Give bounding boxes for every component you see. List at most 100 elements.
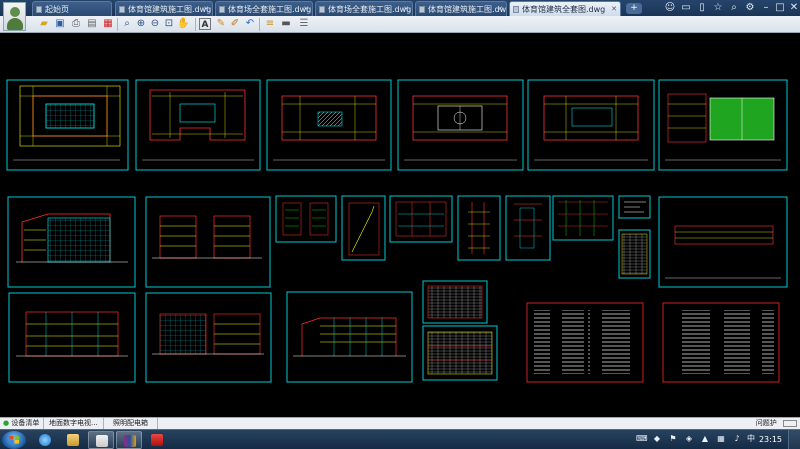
tray-network-icon[interactable]: ▦ — [716, 434, 726, 444]
tab-document-3[interactable]: 体育场全套施工图.dwg ✕ — [315, 1, 413, 16]
file-icon — [319, 6, 325, 13]
zoom-in-icon[interactable]: ⊕ — [135, 18, 147, 30]
sheet-detail-small[interactable] — [618, 195, 651, 219]
status-dot-icon: ● — [3, 419, 10, 427]
sheet-detail-toilets[interactable] — [389, 195, 453, 243]
tray-cad-icon[interactable]: ◆ — [652, 434, 662, 444]
tab-document-2[interactable]: 体育场全套施工图.dwg ✕ — [215, 1, 313, 16]
tab-document-active[interactable]: 体育馆建筑全套图.dwg ✕ — [509, 1, 621, 16]
folder-open-icon[interactable]: ▰ — [38, 18, 50, 30]
tab-label: 体育场全套施工图.dwg — [228, 5, 312, 14]
new-tab-button[interactable]: + — [626, 3, 642, 14]
layer-icon[interactable]: ≡ — [264, 18, 276, 30]
statusbar-right-text[interactable]: 问题护 — [756, 418, 800, 429]
sheet-plan-second-floor[interactable] — [266, 79, 392, 171]
tray-arrow-icon[interactable]: ▲ — [700, 434, 710, 444]
tab-start-page[interactable]: 起始页 — [32, 1, 112, 16]
zoom-slider-icon[interactable] — [783, 419, 797, 427]
tray-language-icon[interactable]: 中 — [746, 434, 756, 444]
sheet-detail-stairs-1[interactable] — [275, 195, 337, 243]
sheet-plan-first-floor[interactable] — [135, 79, 261, 171]
close-icon[interactable]: ✕ — [497, 2, 503, 16]
folder-icon[interactable]: ▭ — [680, 2, 692, 14]
main-toolbar: ▰ ▣ ⎙ ▤ ▦ ⌕ ⊕ ⊖ ⊡ ✋ A ✎ ✐ ↶ ≡ ▬ ☰ — [0, 16, 800, 33]
search-icon[interactable]: ⌕ — [121, 18, 133, 30]
highlighter-icon[interactable]: ✐ — [229, 18, 241, 30]
sheet-detail-doors[interactable] — [552, 195, 614, 241]
pan-icon[interactable]: ✋ — [177, 18, 189, 30]
tray-shield-icon[interactable]: ◈ — [684, 434, 694, 444]
close-window-icon[interactable]: ✕ — [788, 2, 800, 14]
sheet-door-window-schedule[interactable] — [618, 229, 651, 279]
sheet-plan-field[interactable] — [658, 79, 788, 171]
statusbar-item-digital-tv[interactable]: 地面数字电视... — [46, 418, 104, 429]
user-avatar-logo[interactable] — [3, 2, 26, 31]
print-icon[interactable]: ⎙ — [70, 18, 82, 30]
taskbar-user[interactable] — [88, 431, 114, 449]
sheet-design-notes-2[interactable] — [662, 302, 780, 383]
sheet-facade-detail-2[interactable] — [422, 325, 498, 381]
tab-label: 体育馆建筑施工图.dwg — [128, 5, 212, 14]
close-icon[interactable]: ✕ — [403, 2, 409, 16]
media-icon — [151, 434, 163, 446]
tab-document-4[interactable]: 体育馆建筑施工图.dwg ✕ — [415, 1, 507, 16]
taskbar-clock[interactable]: 23:15 — [759, 430, 782, 449]
pencil-icon[interactable]: ✎ — [215, 18, 227, 30]
maximize-icon[interactable]: □ — [774, 2, 786, 14]
sheet-design-notes-1[interactable] — [526, 302, 644, 383]
statusbar-label: 设备清单 — [11, 419, 40, 427]
undo-icon[interactable]: ↶ — [244, 18, 256, 30]
tray-flag-icon[interactable]: ⚑ — [668, 434, 678, 444]
mobile-icon[interactable]: ▯ — [696, 2, 708, 14]
user-icon — [96, 435, 108, 447]
tray-keyboard-icon[interactable]: ⌨ — [636, 434, 648, 444]
tab-label: 体育馆建筑施工图.dwg — [428, 5, 507, 14]
sheet-section-a[interactable] — [8, 292, 136, 383]
sheet-detail-section-stairs[interactable] — [341, 195, 386, 261]
settings-icon[interactable]: ⚙ — [744, 2, 756, 14]
star-icon[interactable]: ☆ — [712, 2, 724, 14]
sheet-elevation-south[interactable] — [7, 196, 136, 288]
taskbar-media[interactable] — [144, 431, 170, 449]
statusbar-item-lighting-panel[interactable]: 照明配电箱 — [110, 418, 158, 429]
sheet-detail-wall-section-1[interactable] — [457, 195, 501, 261]
drawing-canvas[interactable] — [0, 33, 800, 417]
save-icon[interactable]: ▣ — [54, 18, 66, 30]
pdf-icon[interactable]: ▦ — [102, 18, 114, 30]
sheet-roof-plan[interactable] — [658, 196, 788, 288]
statusbar-item-equipment-list[interactable]: ● 设备清单 — [0, 418, 44, 429]
show-desktop-button[interactable] — [788, 430, 800, 449]
file-icon — [119, 6, 125, 13]
sheet-plan-court[interactable] — [397, 79, 524, 171]
text-icon[interactable]: A — [199, 18, 211, 30]
file-icon — [513, 6, 519, 13]
tab-document-1[interactable]: 体育馆建筑施工图.dwg ✕ — [115, 1, 213, 16]
cad-drawing[interactable] — [0, 33, 800, 417]
sheet-elevation-north[interactable] — [145, 292, 272, 383]
print-preview-icon[interactable]: ▤ — [86, 18, 98, 30]
sheet-plan-ground-floor[interactable] — [6, 79, 129, 171]
tray-volume-icon[interactable]: ♪ — [732, 434, 742, 444]
taskbar-ie[interactable] — [32, 431, 58, 449]
layers-stack-icon[interactable]: ☰ — [298, 18, 310, 30]
taskbar-winrar[interactable] — [116, 431, 142, 449]
statusbar-label: 地面数字电视... — [49, 419, 98, 427]
measure-icon[interactable]: ▬ — [280, 18, 292, 30]
sheet-facade-detail-1[interactable] — [422, 280, 488, 324]
users-icon[interactable]: ☺ — [664, 2, 676, 14]
taskbar-explorer[interactable] — [60, 431, 86, 449]
toolbar-separator — [259, 18, 260, 31]
minimize-icon[interactable]: – — [760, 2, 772, 14]
sheet-elevation-side[interactable] — [145, 196, 271, 288]
zoom-window-icon[interactable]: ⊡ — [163, 18, 175, 30]
screen: 起始页 体育馆建筑施工图.dwg ✕ 体育场全套施工图.dwg ✕ 体育场全套施… — [0, 0, 800, 449]
close-icon[interactable]: ✕ — [203, 2, 209, 16]
sheet-detail-wall-section-2[interactable] — [505, 195, 551, 261]
sheet-elevation-west[interactable] — [286, 291, 413, 383]
search-icon[interactable]: ⌕ — [728, 2, 740, 14]
sheet-plan-third-floor[interactable] — [527, 79, 655, 171]
zoom-out-icon[interactable]: ⊖ — [149, 18, 161, 30]
close-icon[interactable]: ✕ — [303, 2, 309, 16]
close-icon[interactable]: ✕ — [611, 2, 617, 16]
start-button[interactable] — [2, 431, 26, 449]
